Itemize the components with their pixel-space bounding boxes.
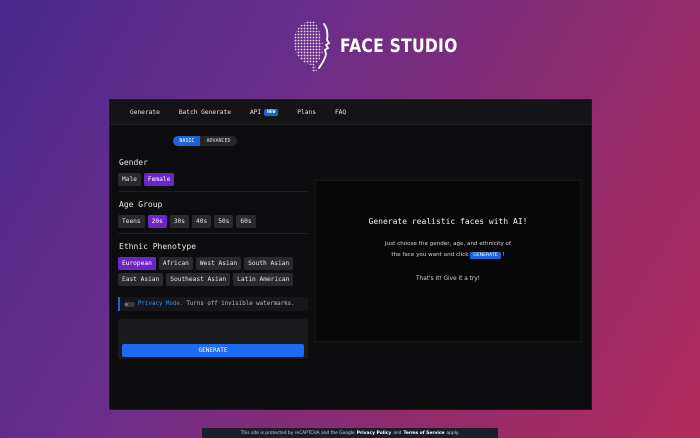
ethnic-option-latin-american[interactable]: Latin American (233, 273, 294, 286)
privacy-mode-label: Privacy Mode. (138, 301, 184, 307)
preview-line-2-end: ! (502, 252, 505, 258)
brand-name: FACE STUDIO (340, 35, 458, 57)
mode-toggle: BASIC ADVANCED (102, 136, 308, 146)
age-option-40s[interactable]: 40s (192, 215, 212, 228)
preview-instructions: Just choose the gender, age, and ethnici… (316, 239, 580, 261)
recaptcha-apply: apply. (446, 430, 460, 436)
gender-option-female[interactable]: Female (143, 173, 175, 186)
nav-api-label: API (249, 108, 262, 116)
inline-generate-badge: GENERATE (470, 252, 501, 259)
gender-section: Gender Male Female (118, 158, 308, 192)
toggle-switch-icon[interactable] (124, 301, 135, 307)
nav-faq-label: FAQ (334, 108, 347, 116)
generate-area: GENERATE (118, 319, 308, 359)
nav-batch-generate-label: Batch Generate (178, 108, 231, 116)
nav-generate-label: Generate (130, 108, 160, 116)
top-nav: Generate Batch Generate API NEW Plans FAQ (110, 100, 591, 125)
ethnic-option-south-asian[interactable]: South Asian (244, 257, 294, 270)
globe-face-logo-icon (294, 21, 331, 72)
generate-button[interactable]: GENERATE (122, 344, 304, 357)
age-option-60s[interactable]: 60s (236, 215, 256, 228)
age-option-30s[interactable]: 30s (169, 215, 190, 228)
nav-plans-label: Plans (297, 108, 316, 116)
ethnic-title: Ethnic Phenotype (119, 242, 197, 251)
nav-faq[interactable]: FAQ (335, 109, 346, 116)
age-option-teens[interactable]: Teens (118, 215, 145, 228)
recaptcha-text: This site is protected by reCAPTCHA and … (240, 430, 355, 436)
preview-panel: Generate realistic faces with AI! Just c… (315, 180, 581, 342)
preview-heading: Generate realistic faces with AI! (368, 217, 528, 226)
app-window: Generate Batch Generate API NEW Plans FAQ… (109, 99, 592, 410)
ethnic-option-southeast-asian[interactable]: Southeast Asian (166, 273, 231, 286)
age-option-50s[interactable]: 50s (214, 215, 234, 228)
preview-line-1: Just choose the gender, age, and ethnici… (385, 241, 511, 247)
preview-footer: That's it! Give it a try! (415, 276, 481, 282)
recaptcha-notice: This site is protected by reCAPTCHA and … (202, 428, 498, 438)
privacy-policy-link[interactable]: Privacy Policy (357, 431, 391, 436)
privacy-mode-text: Turns off invisible watermarks. (186, 301, 295, 307)
gender-option-male[interactable]: Male (118, 173, 141, 186)
ethnic-option-east-asian[interactable]: East Asian (118, 273, 164, 286)
privacy-mode-row: Privacy Mode. Turns off invisible waterm… (118, 297, 308, 311)
age-title: Age Group (119, 200, 163, 209)
nav-plans[interactable]: Plans (297, 109, 316, 116)
recaptcha-and: and (393, 430, 402, 436)
options-panel: BASIC ADVANCED Gender Male Female Age Gr… (118, 128, 308, 359)
preview-line-2: the face you want and click GENERATE ! (316, 250, 580, 261)
terms-of-service-link[interactable]: Terms of Service (403, 431, 444, 436)
ethnic-section: Ethnic Phenotype European African West A… (118, 242, 308, 286)
new-badge: NEW (264, 108, 279, 116)
nav-batch-generate[interactable]: Batch Generate (179, 109, 231, 116)
age-section: Age Group Teens 20s 30s 40s 50s 60s (118, 200, 308, 234)
mode-advanced-button[interactable]: ADVANCED (200, 136, 237, 146)
brand-logo[interactable]: FACE STUDIO (291, 18, 483, 74)
mode-basic-button[interactable]: BASIC (173, 136, 201, 146)
gender-title: Gender (119, 158, 148, 167)
nav-generate[interactable]: Generate (130, 109, 160, 116)
ethnic-option-european[interactable]: European (118, 257, 156, 270)
preview-line-2-text: the face you want and click (391, 252, 469, 258)
nav-api[interactable]: API NEW (249, 108, 279, 116)
age-option-20s[interactable]: 20s (147, 215, 167, 228)
ethnic-option-african[interactable]: African (158, 257, 193, 270)
ethnic-option-west-asian[interactable]: West Asian (195, 257, 242, 270)
